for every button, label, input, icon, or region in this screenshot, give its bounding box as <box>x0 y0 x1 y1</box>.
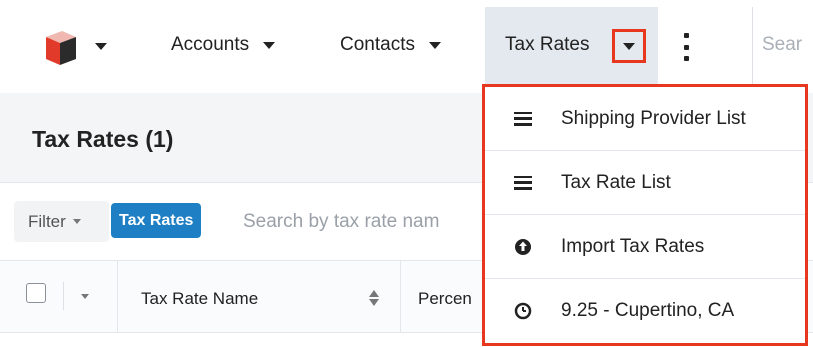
menu-item-recent-record[interactable]: 9.25 - Cupertino, CA <box>485 279 805 343</box>
more-menu-kebab-icon[interactable] <box>682 33 690 61</box>
nav-divider <box>752 7 753 93</box>
nav-tax-rates[interactable]: Tax Rates <box>505 34 589 56</box>
mass-actions-chevron-down-icon[interactable] <box>81 294 89 299</box>
column-header-percentage[interactable]: Percen <box>418 289 480 309</box>
select-all-cell <box>0 261 118 333</box>
nav-contacts-label: Contacts <box>340 34 415 55</box>
filter-tag[interactable]: Tax Rates <box>111 203 202 238</box>
checkbox-separator <box>63 282 64 310</box>
filter-dropdown-button[interactable]: Filter <box>14 201 109 242</box>
list-icon <box>513 173 533 193</box>
filter-search-input[interactable]: Search by tax rate nam <box>243 211 481 233</box>
menu-item-label: 9.25 - Cupertino, CA <box>561 300 735 321</box>
chevron-down-icon <box>72 219 81 224</box>
menu-item-import-tax-rates[interactable]: Import Tax Rates <box>485 215 805 279</box>
clock-icon <box>513 301 533 321</box>
filter-button-label: Filter <box>28 211 66 231</box>
global-search-input[interactable]: Sear <box>762 34 813 56</box>
chevron-down-icon <box>623 42 635 50</box>
menu-item-label: Shipping Provider List <box>561 107 746 129</box>
upload-circle-icon <box>513 237 533 257</box>
nav-accounts-label: Accounts <box>171 34 250 55</box>
nav-tax-rates-label: Tax Rates <box>505 34 590 55</box>
menu-item-shipping-provider-list[interactable]: Shipping Provider List <box>485 87 805 151</box>
select-all-checkbox[interactable] <box>26 283 46 303</box>
chevron-down-icon[interactable] <box>428 41 441 49</box>
list-icon <box>513 109 533 129</box>
logo-menu-chevron-down-icon[interactable] <box>95 43 107 50</box>
menu-item-tax-rate-list[interactable]: Tax Rate List <box>485 151 805 215</box>
column-divider <box>400 261 401 333</box>
column-header-tax-rate-name[interactable]: Tax Rate Name <box>141 289 258 309</box>
tax-rates-menu-toggle-button[interactable] <box>612 29 646 63</box>
page-title: Tax Rates (1) <box>32 126 174 152</box>
sort-icon[interactable] <box>368 288 380 308</box>
tax-rates-dropdown-menu: Shipping Provider List Tax Rate List Imp… <box>482 84 808 346</box>
nav-accounts[interactable]: Accounts <box>171 34 276 56</box>
menu-item-label: Import Tax Rates <box>561 235 705 257</box>
chevron-down-icon[interactable] <box>263 41 276 49</box>
menu-item-label: Tax Rate List <box>561 171 671 193</box>
nav-contacts[interactable]: Contacts <box>340 34 441 56</box>
sugar-cube-logo-icon[interactable] <box>38 25 82 69</box>
